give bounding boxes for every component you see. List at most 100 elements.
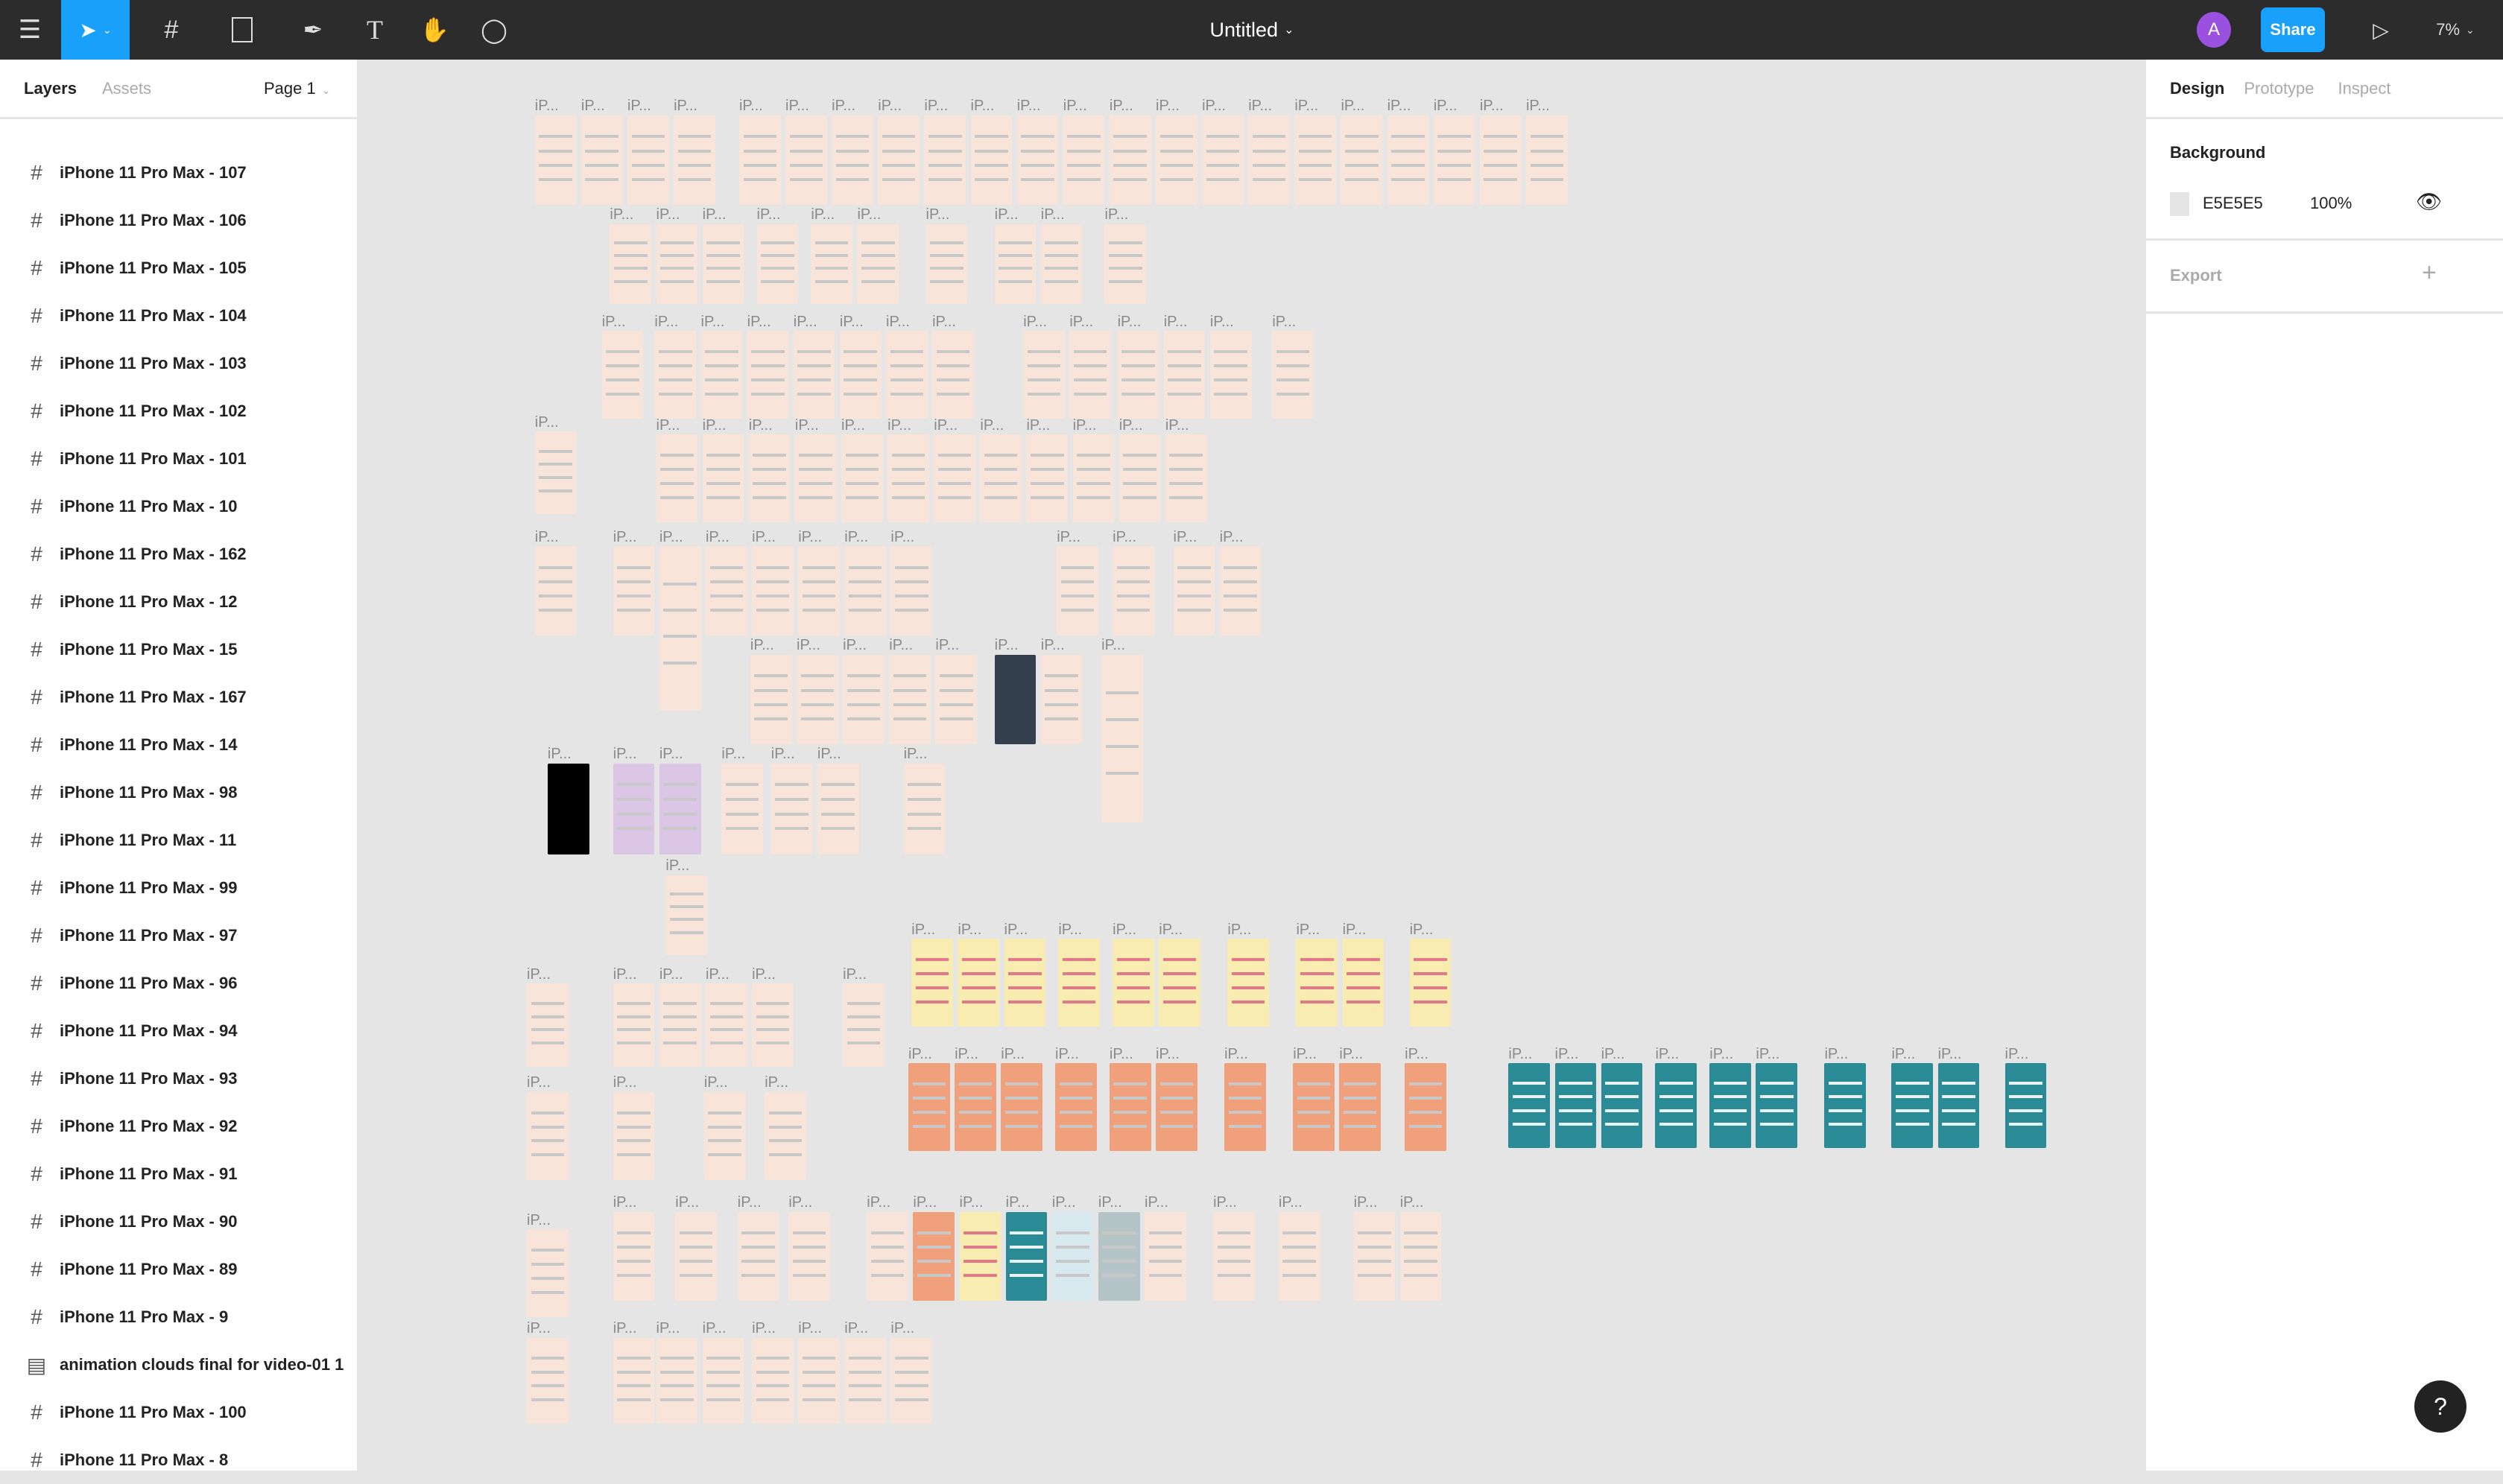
frame-thumbnail[interactable]	[656, 434, 698, 523]
frame-thumbnail[interactable]	[610, 223, 652, 304]
frame-label[interactable]: iP...	[613, 529, 637, 546]
frame-label[interactable]: iP...	[1041, 206, 1065, 223]
frame-label[interactable]: iP...	[613, 1194, 637, 1211]
frame-thumbnail[interactable]	[702, 1337, 744, 1424]
frame-thumbnail[interactable]	[1173, 546, 1215, 636]
frame-label[interactable]: iP...	[765, 1074, 788, 1091]
frame-thumbnail[interactable]	[1213, 1211, 1255, 1301]
frame-thumbnail[interactable]	[659, 763, 701, 854]
frame-label[interactable]: iP...	[1601, 1046, 1625, 1063]
frame-label[interactable]: iP...	[995, 637, 1019, 654]
frame-label[interactable]: iP...	[656, 1320, 680, 1337]
frame-label[interactable]: iP...	[750, 637, 774, 654]
frame-label[interactable]: iP...	[1555, 1046, 1579, 1063]
layer-item[interactable]: # iPhone 11 Pro Max - 104	[0, 292, 356, 340]
frame-label[interactable]: iP...	[1023, 314, 1047, 331]
frame-thumbnail[interactable]	[832, 115, 873, 205]
shape-tool-button[interactable]	[212, 0, 272, 60]
frame-label[interactable]: iP...	[817, 746, 841, 763]
frame-thumbnail[interactable]	[793, 331, 835, 419]
frame-thumbnail[interactable]	[890, 546, 933, 636]
frame-label[interactable]: iP...	[1006, 1194, 1030, 1211]
frame-label[interactable]: iP...	[1110, 1046, 1133, 1063]
frame-thumbnail[interactable]	[613, 1211, 655, 1301]
frame-label[interactable]: iP...	[1041, 637, 1065, 654]
frame-label[interactable]: iP...	[752, 966, 776, 983]
frame-label[interactable]: iP...	[1004, 922, 1028, 939]
frame-label[interactable]: iP...	[1480, 98, 1504, 115]
frame-thumbnail[interactable]	[1040, 654, 1083, 744]
share-button[interactable]: Share	[2261, 7, 2325, 52]
frame-label[interactable]: iP...	[1387, 98, 1411, 115]
frame-thumbnail[interactable]	[1040, 223, 1083, 304]
frame-thumbnail[interactable]	[659, 546, 701, 711]
frame-thumbnail[interactable]	[788, 1211, 831, 1301]
frame-thumbnail[interactable]	[1405, 1063, 1446, 1152]
frame-label[interactable]: iP...	[747, 314, 771, 331]
frame-thumbnail[interactable]	[959, 1211, 1001, 1301]
frame-label[interactable]: iP...	[752, 1320, 776, 1337]
background-swatch[interactable]	[2170, 192, 2189, 216]
frame-label[interactable]: iP...	[1824, 1046, 1848, 1063]
frame-thumbnail[interactable]	[1005, 1211, 1048, 1301]
frame-thumbnail[interactable]	[1104, 223, 1147, 304]
frame-label[interactable]: iP...	[1410, 922, 1434, 939]
frame-thumbnail[interactable]	[1159, 939, 1200, 1027]
frame-label[interactable]: iP...	[1341, 98, 1364, 115]
frame-label[interactable]: iP...	[1279, 1194, 1303, 1211]
frame-label[interactable]: iP...	[911, 922, 935, 939]
frame-thumbnail[interactable]	[1055, 1063, 1097, 1152]
frame-label[interactable]: iP...	[1756, 1046, 1779, 1063]
frame-thumbnail[interactable]	[1479, 115, 1522, 205]
frame-thumbnail[interactable]	[1057, 546, 1098, 636]
frame-label[interactable]: iP...	[2005, 1046, 2029, 1063]
frame-thumbnail[interactable]	[889, 654, 931, 744]
frame-thumbnail[interactable]	[1001, 1063, 1042, 1152]
frame-thumbnail[interactable]	[613, 1337, 655, 1424]
layer-item[interactable]: # iPhone 11 Pro Max - 101	[0, 435, 356, 483]
frame-thumbnail[interactable]	[527, 1337, 569, 1424]
frame-thumbnail[interactable]	[1296, 939, 1338, 1027]
frame-thumbnail[interactable]	[1387, 115, 1429, 205]
layer-item[interactable]: # iPhone 11 Pro Max - 11	[0, 816, 356, 864]
frame-label[interactable]: iP...	[843, 966, 867, 983]
tab-assets[interactable]: Assets	[102, 79, 151, 98]
frame-thumbnail[interactable]	[1601, 1063, 1643, 1148]
frame-label[interactable]: iP...	[1293, 1046, 1317, 1063]
frame-thumbnail[interactable]	[844, 546, 886, 636]
frame-label[interactable]: iP...	[739, 98, 763, 115]
frame-thumbnail[interactable]	[1101, 654, 1143, 822]
frame-label[interactable]: iP...	[1156, 1046, 1180, 1063]
frame-label[interactable]: iP...	[1174, 529, 1197, 546]
frame-label[interactable]: iP...	[1354, 1194, 1378, 1211]
frame-label[interactable]: iP...	[995, 206, 1019, 223]
layer-item[interactable]: # iPhone 11 Pro Max - 105	[0, 244, 356, 292]
frame-thumbnail[interactable]	[1026, 434, 1069, 523]
frame-thumbnail[interactable]	[1339, 1063, 1382, 1152]
frame-thumbnail[interactable]	[843, 654, 885, 744]
frame-label[interactable]: iP...	[1938, 1046, 1962, 1063]
layer-item[interactable]: # iPhone 11 Pro Max - 99	[0, 864, 356, 912]
frame-label[interactable]: iP...	[1224, 1046, 1248, 1063]
frame-label[interactable]: iP...	[1017, 98, 1041, 115]
frame-thumbnail[interactable]	[527, 1091, 569, 1180]
frame-thumbnail[interactable]	[857, 223, 899, 304]
frame-thumbnail[interactable]	[1063, 115, 1105, 205]
main-menu-button[interactable]: ☰	[0, 0, 60, 60]
comment-tool-button[interactable]: ◯	[469, 0, 519, 60]
frame-thumbnail[interactable]	[1891, 1063, 1934, 1148]
frame-label[interactable]: iP...	[971, 98, 995, 115]
frame-thumbnail[interactable]	[1342, 939, 1385, 1027]
frame-label[interactable]: iP...	[878, 98, 902, 115]
layer-item[interactable]: # iPhone 11 Pro Max - 103	[0, 340, 356, 387]
frame-label[interactable]: iP...	[890, 1320, 914, 1337]
text-tool-button[interactable]: T	[350, 0, 399, 60]
frame-label[interactable]: iP...	[656, 417, 680, 434]
frame-label[interactable]: iP...	[749, 417, 773, 434]
frame-thumbnail[interactable]	[656, 1337, 698, 1424]
frame-thumbnail[interactable]	[1118, 434, 1161, 523]
frame-label[interactable]: iP...	[1058, 922, 1082, 939]
zoom-dropdown[interactable]: 7% ⌄	[2422, 0, 2489, 60]
frame-label[interactable]: iP...	[1655, 1046, 1679, 1063]
frame-label[interactable]: iP...	[1294, 98, 1318, 115]
